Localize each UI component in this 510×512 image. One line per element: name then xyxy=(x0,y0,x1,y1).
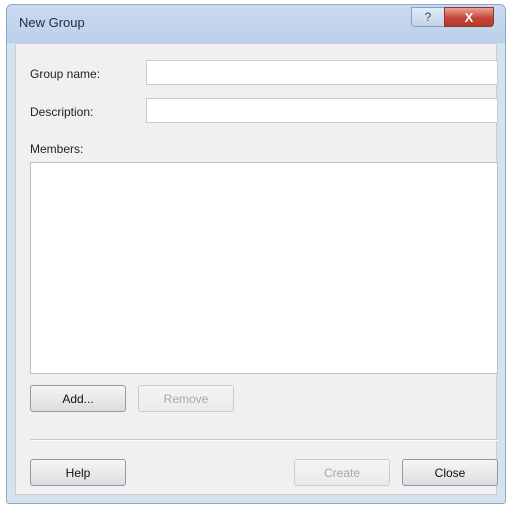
group-name-label: Group name: xyxy=(30,67,101,81)
description-label: Description: xyxy=(30,105,94,119)
separator xyxy=(30,439,498,441)
close-button[interactable]: Close xyxy=(402,459,498,486)
dialog-title: New Group xyxy=(19,15,85,30)
new-group-dialog: New Group ? X Group name: Description: M… xyxy=(6,4,506,504)
help-button[interactable]: Help xyxy=(30,459,126,486)
remove-button[interactable]: Remove xyxy=(138,385,234,412)
title-bar[interactable]: New Group ? X xyxy=(7,5,505,41)
members-list[interactable] xyxy=(30,162,498,374)
add-button[interactable]: Add... xyxy=(30,385,126,412)
create-button[interactable]: Create xyxy=(294,459,390,486)
close-icon[interactable]: X xyxy=(444,7,494,27)
help-icon[interactable]: ? xyxy=(411,7,444,27)
dialog-body: Group name: Description: Members: Add...… xyxy=(15,43,498,495)
description-field[interactable] xyxy=(146,98,498,123)
group-name-field[interactable] xyxy=(146,60,498,85)
members-label: Members: xyxy=(30,142,84,156)
